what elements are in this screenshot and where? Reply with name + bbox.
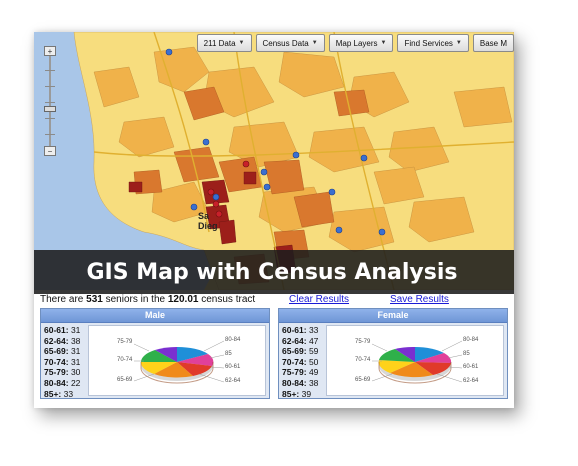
pie-label: 65-69 — [117, 377, 133, 383]
zoom-tick — [45, 102, 55, 103]
stat-row: 70-74: 50 — [282, 356, 319, 367]
male-panel-title: Male — [41, 309, 269, 323]
stat-row: 62-64: 47 — [282, 335, 319, 346]
pie-label: 65-69 — [355, 377, 371, 383]
zoom-tick — [45, 70, 55, 71]
caption-banner: GIS Map with Census Analysis — [34, 250, 514, 294]
city-label: Sa — [198, 211, 210, 221]
stat-row: 65-69: 31 — [44, 346, 81, 357]
pie-label: 62-64 — [463, 378, 479, 384]
find-services-dropdown[interactable]: Find Services ▼ — [397, 34, 469, 52]
dropdown-label: Census Data — [262, 38, 309, 48]
female-age-stats: 60-61: 33 62-64: 47 65-69: 59 70-74: 50 … — [282, 325, 322, 399]
stat-row: 60-61: 33 — [282, 325, 319, 335]
stat-row: 80-84: 22 — [44, 377, 81, 388]
dropdown-label: 211 Data — [203, 38, 236, 48]
map-toolbar: 211 Data ▼ Census Data ▼ Map Layers ▼ Fi… — [196, 34, 514, 52]
zoom-out-button[interactable]: − — [44, 146, 56, 156]
city-label: Dieg — [198, 221, 218, 231]
summary-prefix: There are — [40, 294, 87, 305]
zoom-in-button[interactable]: + — [44, 46, 56, 56]
female-pie-chart: 75-79 70-74 65-69 80-84 85 60-61 62-64 — [326, 325, 504, 396]
map-layers-dropdown[interactable]: Map Layers ▼ — [328, 34, 394, 52]
pie-slices — [140, 346, 214, 378]
zoom-tick — [45, 86, 55, 87]
pie-label: 80-84 — [463, 337, 479, 343]
screenshot-frame: + − Sa Dieg 211 Data ▼ Census Data ▼ Map… — [34, 32, 514, 408]
dropdown-label: Map Layers — [335, 38, 378, 48]
stat-row: 75-79: 49 — [282, 367, 319, 378]
pie-label: 85 — [225, 351, 232, 357]
senior-count: 531 — [86, 294, 103, 305]
chevron-down-icon: ▼ — [455, 40, 462, 46]
census-data-dropdown[interactable]: Census Data ▼ — [255, 34, 325, 52]
zoom-tick — [45, 134, 55, 135]
male-age-stats: 60-61: 31 62-64: 38 65-69: 31 70-74: 31 … — [44, 325, 84, 399]
zoom-handle[interactable] — [44, 106, 56, 112]
clear-results-link[interactable]: Clear Results — [289, 294, 349, 305]
base-map-dropdown[interactable]: Base M — [472, 34, 514, 52]
pie-label: 62-64 — [225, 378, 241, 384]
chevron-down-icon: ▼ — [311, 40, 318, 46]
pie-label: 70-74 — [355, 357, 371, 363]
stat-row: 65-69: 59 — [282, 346, 319, 357]
dropdown-label: Find Services — [404, 38, 453, 48]
pie-label: 75-79 — [355, 339, 371, 345]
male-panel: Male 60-61: 31 62-64: 38 65-69: 31 70-74… — [40, 308, 270, 399]
chevron-down-icon: ▼ — [238, 40, 245, 46]
stat-row: 70-74: 31 — [44, 356, 81, 367]
dropdown-label: Base M — [479, 38, 507, 48]
stat-row: 85+: 39 — [282, 388, 312, 399]
data-211-dropdown[interactable]: 211 Data ▼ — [196, 34, 252, 52]
zoom-tick — [45, 118, 55, 119]
pie-slices — [378, 346, 452, 378]
female-panel-title: Female — [279, 309, 507, 323]
stat-row: 75-79: 30 — [44, 367, 81, 378]
pie-label: 80-84 — [225, 337, 241, 343]
stat-row: 62-64: 38 — [44, 335, 81, 346]
stat-row: 85+: 33 — [44, 388, 74, 399]
pie-label: 70-74 — [117, 357, 133, 363]
male-pie-chart: 75-79 70-74 65-69 80-84 85 60-61 62-64 — [88, 325, 266, 396]
zoom-slider[interactable]: + − — [44, 46, 56, 156]
chevron-down-icon: ▼ — [380, 40, 387, 46]
pie-label: 85 — [463, 351, 470, 357]
summary-suffix: census tract — [198, 294, 256, 305]
pie-label: 75-79 — [117, 339, 133, 345]
female-panel: Female 60-61: 33 62-64: 47 65-69: 59 70-… — [278, 308, 508, 399]
stat-row: 80-84: 38 — [282, 377, 319, 388]
stat-row: 60-61: 31 — [44, 325, 81, 335]
pie-label: 60-61 — [463, 364, 479, 370]
caption-text: GIS Map with Census Analysis — [86, 259, 458, 285]
summary-middle: seniors in the — [102, 294, 168, 305]
results-summary: There are 531 seniors in the 120.01 cens… — [40, 294, 510, 306]
pie-label: 60-61 — [225, 364, 241, 370]
census-tract-id: 120.01 — [167, 294, 199, 305]
save-results-link[interactable]: Save Results — [390, 294, 449, 305]
